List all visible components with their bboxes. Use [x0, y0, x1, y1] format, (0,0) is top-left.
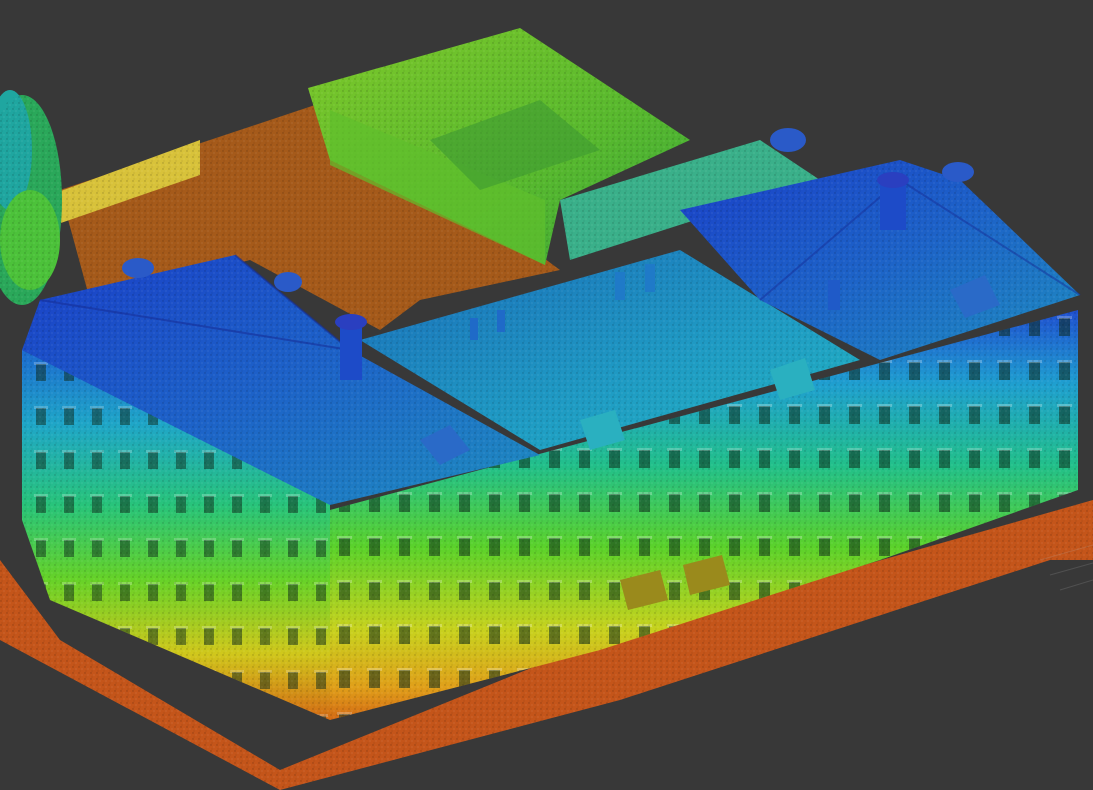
point-cloud-viewport[interactable] — [0, 0, 1093, 790]
tree — [0, 90, 62, 305]
point-cloud-render[interactable] — [0, 0, 1093, 790]
